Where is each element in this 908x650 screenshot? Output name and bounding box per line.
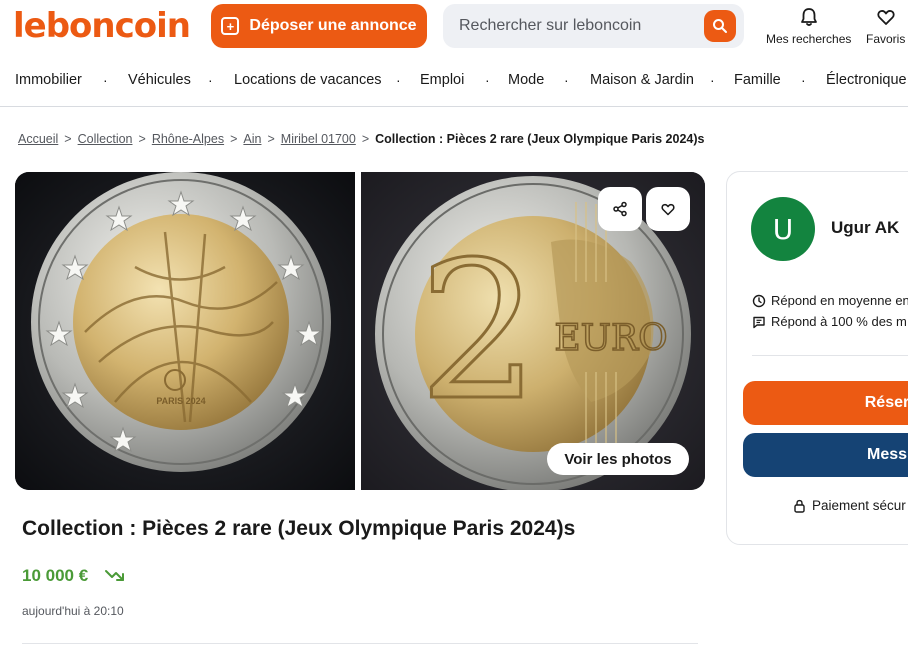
secure-payment-info: Paiement sécur [793, 498, 906, 513]
nav-item-electronique[interactable]: Électronique [826, 72, 907, 88]
nav-item-maison-jardin[interactable]: Maison & Jardin [590, 72, 694, 88]
seller-avatar[interactable]: U [751, 197, 815, 261]
nav-item-vehicules[interactable]: Véhicules [128, 72, 191, 88]
search-button[interactable] [704, 10, 736, 42]
heart-icon [877, 10, 895, 25]
trend-down-icon [105, 570, 124, 581]
post-ad-button[interactable]: + Déposer une annonce [211, 4, 427, 48]
seller-card-divider [752, 355, 908, 356]
response-rate-text: Répond à 100 % des m [771, 314, 907, 329]
nav-separator: · [485, 72, 490, 88]
search-icon [713, 19, 727, 33]
share-button[interactable] [598, 187, 642, 231]
reserve-button[interactable]: Réser [743, 381, 908, 425]
coin-euro-text: EURO [554, 318, 667, 359]
price-drop-indicator[interactable] [104, 567, 126, 588]
nav-item-emploi[interactable]: Emploi [420, 72, 464, 88]
breadcrumb-accueil[interactable]: Accueil [18, 132, 58, 146]
listing-title: Collection : Pièces 2 rare (Jeux Olympiq… [22, 517, 576, 540]
coin-left-text: PARIS 2024 [156, 396, 205, 406]
nav-item-mode[interactable]: Mode [508, 72, 544, 88]
view-photos-button[interactable]: Voir les photos [547, 443, 689, 475]
nav-separator: · [564, 72, 569, 88]
search-input[interactable]: Rechercher sur leboncoin [459, 17, 704, 35]
category-nav: Immobilier · Véhicules · Locations de va… [0, 60, 908, 107]
message-button[interactable]: Mess [743, 433, 908, 477]
nav-separator: · [103, 72, 108, 88]
breadcrumb-separator: > [361, 132, 370, 146]
post-ad-label: Déposer une annonce [249, 17, 417, 34]
share-icon [613, 201, 627, 217]
nav-separator: · [396, 72, 401, 88]
leboncoin-logo[interactable]: leboncoin [13, 6, 191, 46]
breadcrumb-separator: > [267, 132, 275, 146]
plus-icon: + [221, 17, 240, 35]
nav-separator: · [208, 72, 213, 88]
breadcrumb-city[interactable]: Miribel 01700 [281, 132, 356, 146]
coin-olympic-image: PARIS 2024 [15, 172, 355, 490]
breadcrumb-department[interactable]: Ain [243, 132, 261, 146]
clock-icon [752, 294, 766, 307]
my-searches-label: Mes recherches [766, 32, 852, 46]
my-searches-link[interactable]: Mes recherches [766, 6, 851, 46]
lock-icon [794, 499, 805, 513]
breadcrumb-separator: > [230, 132, 238, 146]
search-bar[interactable]: Rechercher sur leboncoin [443, 4, 744, 48]
breadcrumb: Accueil > Collection > Rhône-Alpes > Ain > Mirib… [18, 132, 704, 146]
reserve-button-label: Réser [864, 394, 908, 411]
heart-icon [661, 203, 675, 216]
breadcrumb-region[interactable]: Rhône-Alpes [152, 132, 224, 146]
bell-icon [800, 8, 817, 26]
nav-separator: · [801, 72, 806, 88]
secure-payment-text: Paiement sécur [812, 498, 906, 513]
listing-price: 10 000 € [22, 566, 89, 585]
favorites-label: Favoris [866, 32, 906, 46]
coin-value-text: 2 [419, 221, 540, 442]
breadcrumb-collection[interactable]: Collection [78, 132, 133, 146]
favorite-button[interactable] [646, 187, 690, 231]
message-button-label: Mess [866, 446, 908, 463]
nav-separator: · [710, 72, 715, 88]
listing-date: aujourd'hui à 20:10 [22, 604, 124, 618]
breadcrumb-separator: > [64, 132, 72, 146]
favorites-link[interactable]: Favoris [866, 6, 905, 46]
nav-item-famille[interactable]: Famille [734, 72, 781, 88]
nav-item-locations[interactable]: Locations de vacances [234, 72, 382, 88]
seller-response-time: Répond en moyenne en [752, 293, 908, 308]
nav-item-immobilier[interactable]: Immobilier [15, 72, 82, 88]
response-time-text: Répond en moyenne en [771, 293, 908, 308]
breadcrumb-current: Collection : Pièces 2 rare (Jeux Olympiq… [375, 132, 705, 146]
breadcrumb-separator: > [138, 132, 146, 146]
message-icon [753, 316, 765, 328]
photo-main[interactable]: PARIS 2024 [15, 172, 355, 490]
seller-name[interactable]: Ugur AK [831, 218, 899, 238]
seller-response-rate: Répond à 100 % des m [752, 314, 907, 329]
section-divider [22, 643, 698, 644]
